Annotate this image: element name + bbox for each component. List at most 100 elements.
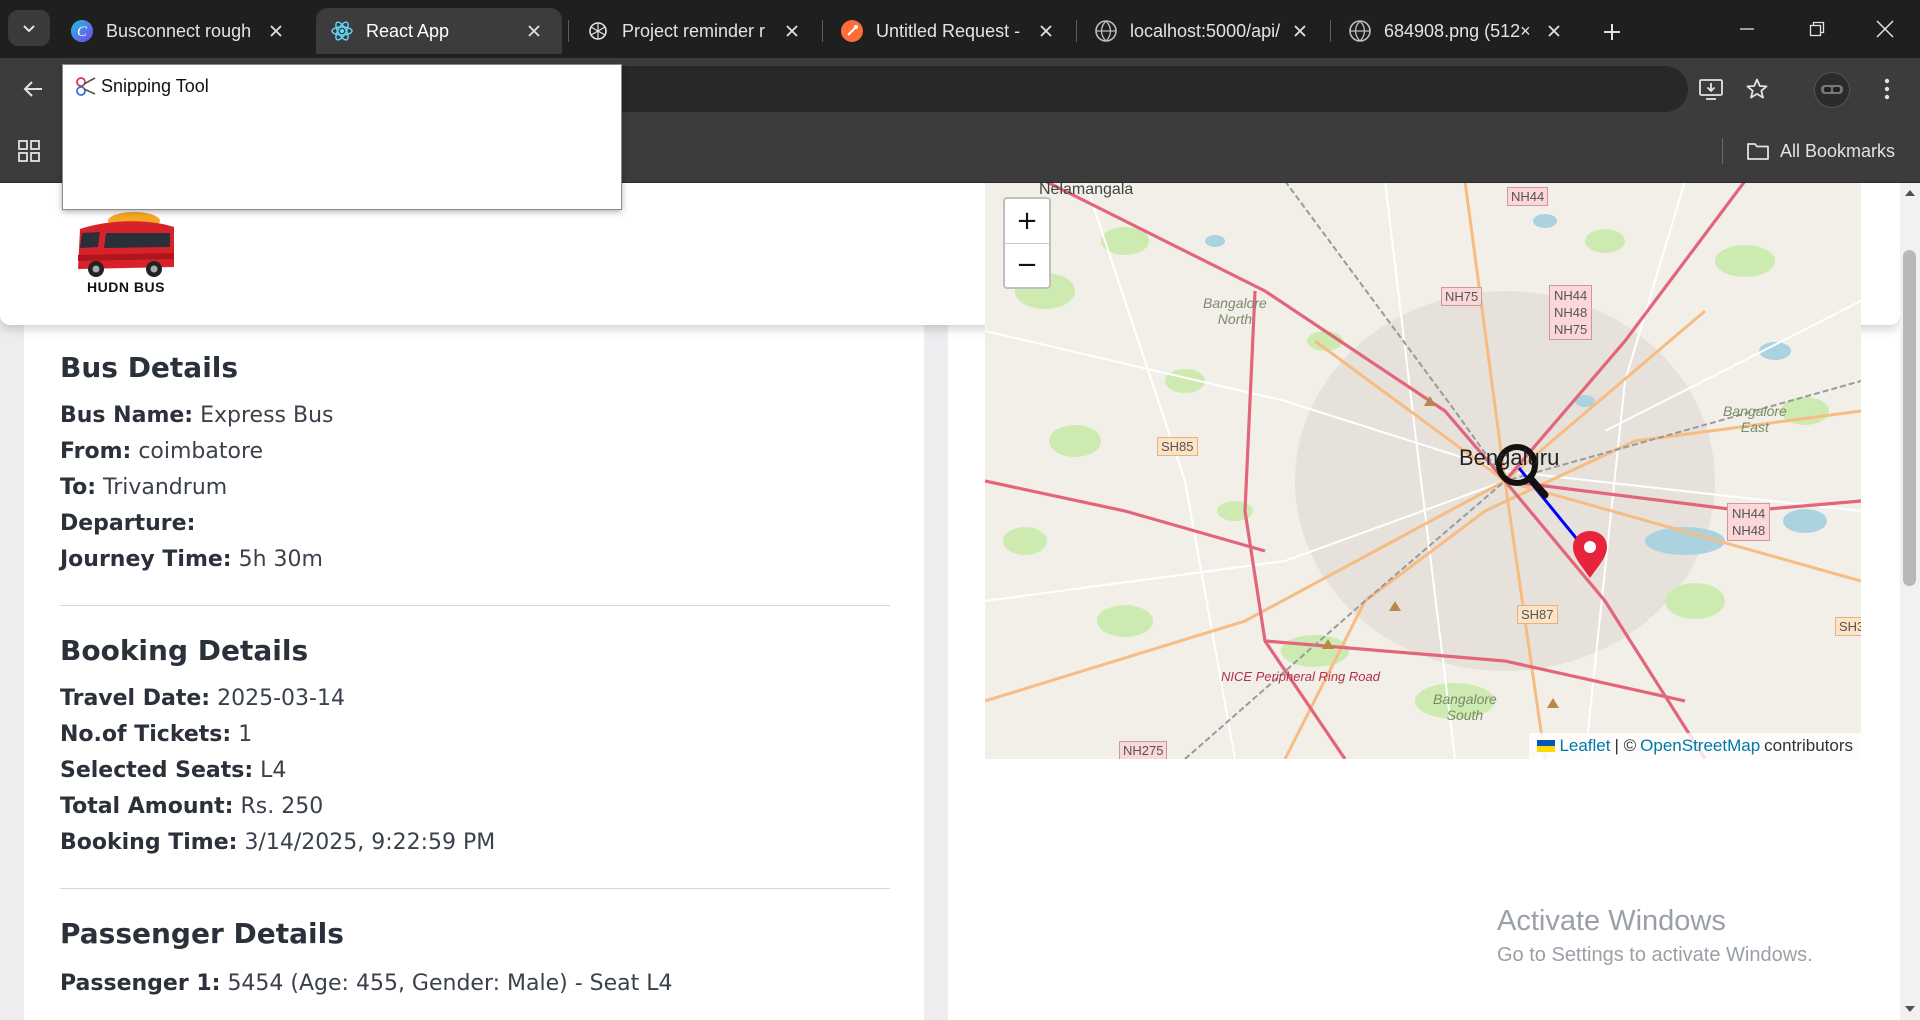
tab-separator [568,20,569,42]
snipping-tool-label: Snipping Tool [101,75,209,96]
map-label-line: Bangalore [1433,691,1497,707]
row-value: 1 [238,722,253,747]
restore-button[interactable] [1788,6,1846,52]
tab-title: Project reminder r [622,20,766,41]
hudn-bus-logo[interactable]: HUDN BUS [70,211,182,299]
map-label-highway: NH75 [1441,287,1483,306]
map-label-area: Bangalore East [1723,403,1787,435]
to-row: To: Trivandrum [60,475,227,500]
ukraine-flag-icon [1537,740,1556,752]
openstreetmap-link[interactable]: OpenStreetMap [1640,736,1760,756]
chevron-down-icon [23,25,35,33]
route-map[interactable]: Nelamangala NH44 NH75 NH44 NH48 NH75 Ban… [985,183,1861,759]
install-app-button[interactable] [1692,70,1730,108]
install-icon [1699,79,1723,100]
tab-strip: C Busconnect rough React App Project rem… [0,0,1920,60]
journey-time-row: Journey Time: 5h 30m [60,547,323,572]
arrow-left-icon [23,81,42,97]
globe-icon [1094,19,1118,43]
map-label-line: Bangalore [1203,295,1267,311]
profile-avatar[interactable] [1814,72,1850,108]
close-icon[interactable] [1034,19,1058,43]
tab-busconnect[interactable]: C Busconnect rough [56,8,304,54]
close-icon[interactable] [1542,19,1566,43]
row-value: L4 [260,758,287,783]
minimize-icon [1740,28,1754,30]
booking-details-title: Booking Details [60,634,309,667]
logo-text: HUDN BUS [87,279,165,295]
all-bookmarks-button[interactable]: All Bookmarks [1746,136,1895,166]
selected-seats-row: Selected Seats: L4 [60,758,286,783]
map-label-line: South [1446,707,1484,723]
map-label-highway: NH48 [1732,523,1766,538]
attribution-contributors: contributors [1764,736,1853,755]
scrollbar-thumb[interactable] [1903,250,1916,586]
snipping-tool-popup[interactable]: Snipping Tool [62,64,622,210]
new-tab-button[interactable] [1594,14,1630,50]
map-label-highway: NH44 [1507,187,1549,206]
tab-react-app[interactable]: React App [316,8,562,54]
snipping-tool-icon [76,77,96,96]
tab-title: localhost:5000/api/ [1130,20,1281,41]
row-label: Bus Name: [60,403,194,428]
tab-image-png[interactable]: 684908.png (512× [1334,8,1582,54]
bookmark-star-button[interactable] [1738,70,1776,108]
section-divider [60,888,890,889]
close-icon[interactable] [264,19,288,43]
zoom-in-button[interactable]: + [1005,199,1049,244]
tab-localhost-api[interactable]: localhost:5000/api/ [1080,8,1328,54]
map-label-highway: NH44 [1554,288,1588,303]
leaflet-link[interactable]: Leaflet [1559,736,1610,756]
total-amount-row: Total Amount: Rs. 250 [60,794,323,819]
scroll-up-arrow-icon[interactable] [1902,186,1918,200]
map-label-line: East [1740,419,1769,435]
menu-button[interactable] [1868,70,1906,108]
close-window-button[interactable] [1856,6,1914,52]
minimize-button[interactable] [1718,6,1776,52]
tab-project-reminder[interactable]: Project reminder r [572,8,820,54]
map-label-highway-stack: NH44 NH48 [1727,503,1771,541]
kebab-menu-icon [1884,78,1890,100]
bus-logo-icon [78,212,174,277]
all-bookmarks-label: All Bookmarks [1780,140,1896,161]
map-label-town: Nelamangala [1039,183,1134,198]
tab-title: Busconnect rough [106,20,252,41]
tab-untitled-request[interactable]: Untitled Request - [826,8,1074,54]
close-icon[interactable] [522,19,546,43]
back-button[interactable] [14,70,52,108]
section-divider [60,605,890,606]
page-viewport: Bus Details Bus Name: Express Bus From: … [0,183,1900,1020]
activate-windows-watermark: Activate Windows Go to Settings to activ… [1497,905,1813,967]
tab-title: 684908.png (512× [1384,20,1531,41]
close-icon[interactable] [1288,19,1312,43]
apps-button[interactable] [14,136,44,166]
row-value: coimbatore [138,439,264,464]
row-label: Travel Date: [60,686,211,711]
row-label: Booking Time: [60,830,238,855]
row-label: No.of Tickets: [60,722,232,747]
bookmarks-separator [1722,138,1723,164]
tab-separator [1076,20,1077,42]
scroll-down-arrow-icon[interactable] [1902,1002,1918,1016]
apps-grid-icon [18,140,40,162]
svg-text:C: C [77,24,88,40]
map-label-highway: NH75 [1554,322,1588,337]
row-label: Passenger 1: [60,971,221,996]
row-value: 5h 30m [238,547,323,572]
tab-search-button[interactable] [8,10,50,46]
snipping-tool-item[interactable]: Snipping Tool [75,75,209,97]
zoom-out-button[interactable]: − [1005,243,1049,287]
passenger-details-title: Passenger Details [60,917,344,950]
tab-separator [822,20,823,42]
map-tiles [985,183,1861,759]
map-label-area: Bangalore North [1203,295,1267,327]
booking-time-row: Booking Time: 3/14/2025, 9:22:59 PM [60,830,495,855]
passenger-row: Passenger 1: 5454 (Age: 455, Gender: Mal… [60,971,673,996]
from-row: From: coimbatore [60,439,263,464]
postman-icon [840,19,864,43]
close-icon[interactable] [780,19,804,43]
tab-title: React App [366,20,450,41]
row-label: Journey Time: [60,547,232,572]
map-label-line: North [1217,311,1253,327]
star-icon [1746,78,1768,99]
